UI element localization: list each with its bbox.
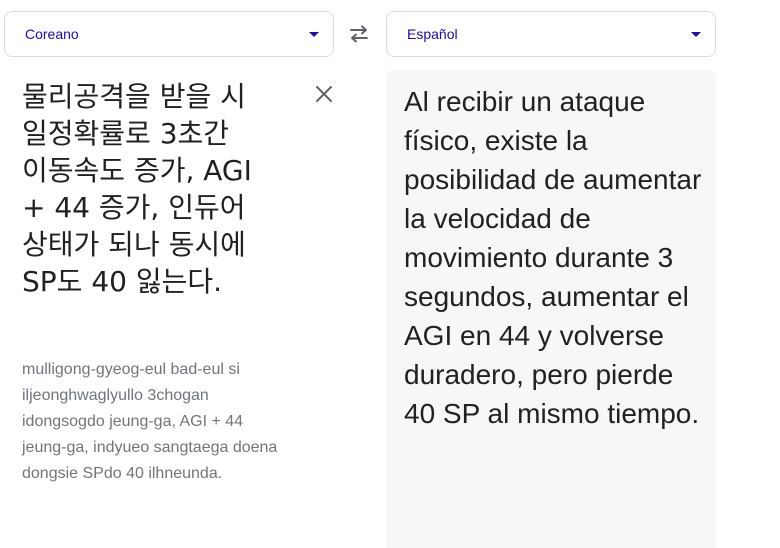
target-language-label: Español — [407, 26, 458, 42]
close-icon — [316, 86, 332, 102]
swap-arrows-icon — [350, 25, 368, 43]
source-language-label: Coreano — [25, 26, 79, 42]
clear-source-button[interactable] — [312, 82, 336, 106]
caret-down-icon — [691, 31, 701, 37]
translation-panel: Al recibir un ataque físico, existe la p… — [386, 70, 716, 548]
translation-output: Al recibir un ataque físico, existe la p… — [404, 86, 702, 429]
source-language-select[interactable]: Coreano — [4, 11, 334, 57]
caret-down-icon — [309, 31, 319, 37]
swap-languages-button[interactable] — [345, 22, 373, 46]
source-romanization: mulligong-gyeog-eul bad-eul si iljeonghw… — [22, 361, 278, 482]
source-text-input[interactable]: 물리공격을 받을 시 일정확률로 3초간 이동속도 증가, AGI + 44 증… — [22, 78, 284, 300]
target-language-select[interactable]: Español — [386, 11, 716, 57]
